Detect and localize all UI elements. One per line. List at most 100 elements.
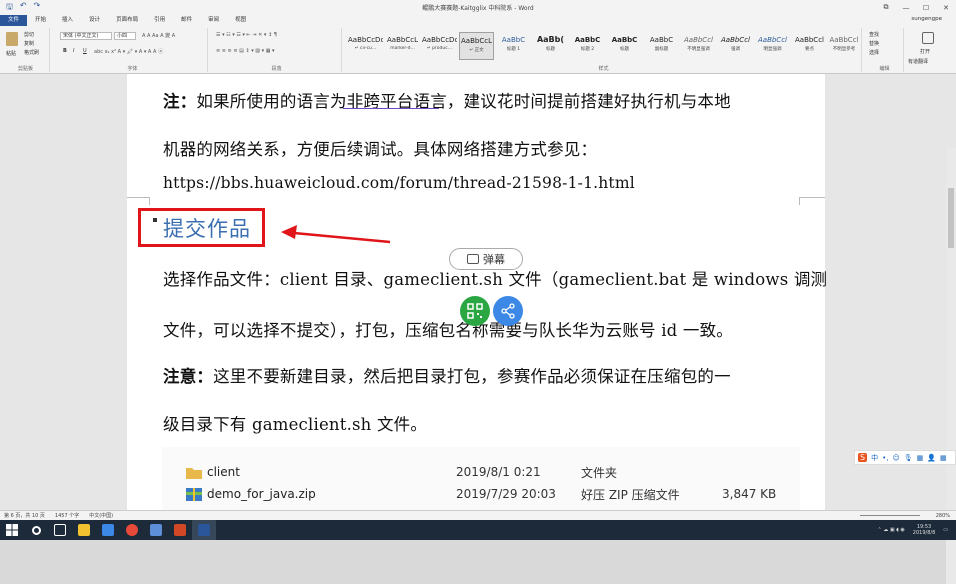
page-count[interactable]: 第 6 页，共 10 页 — [4, 512, 45, 519]
start-button[interactable] — [0, 520, 24, 540]
scrollbar-thumb[interactable] — [948, 188, 954, 248]
font-size-select[interactable]: 小四 — [114, 32, 136, 40]
select-button[interactable]: 选择 — [869, 49, 879, 56]
format-painter-button[interactable]: 格式刷 — [24, 49, 39, 56]
file-date: 2019/7/29 20:03 — [456, 487, 556, 501]
underline-button[interactable]: U — [83, 48, 87, 54]
font-name-select[interactable]: 宋体 (中文正文) — [60, 32, 112, 40]
word-count[interactable]: 1457 个字 — [55, 512, 79, 519]
replace-button[interactable]: 替换 — [869, 40, 879, 47]
search-taskbar-button[interactable] — [24, 520, 48, 540]
status-bar: 第 6 页，共 10 页 1457 个字 中文(中国) 280% — [0, 510, 956, 520]
tab-view[interactable]: 视图 — [227, 15, 254, 26]
tab-home[interactable]: 开始 — [27, 15, 54, 26]
paragraph-root[interactable]: 级目录下有 gameclient.sh 文件。 — [163, 411, 427, 435]
zoom-level[interactable]: 280% — [936, 513, 950, 519]
tab-design[interactable]: 设计 — [81, 15, 108, 26]
align-controls[interactable]: ≡ ≡ ≡ ≡ ▤ ↕ ▾ ▨ ▾ ▦ ▾ — [216, 48, 275, 54]
font-group: 宋体 (中文正文) 小四 A A Aa A 變 A B I U abc x₂ x… — [58, 28, 208, 72]
clipboard-group: 粘贴 剪切 复制 格式刷 剪贴板 — [2, 28, 50, 72]
powerpoint-icon — [174, 524, 186, 536]
editing-group-label: 编辑 — [879, 66, 890, 72]
tab-layout[interactable]: 页面布局 — [108, 15, 146, 26]
open-button[interactable]: 打开 — [920, 48, 930, 55]
style-item-selected[interactable]: AaBbCcL ↵ 正文 — [459, 32, 494, 60]
taskbar-app[interactable] — [96, 520, 120, 540]
style-item[interactable]: AaBbCcl 要点 — [792, 32, 827, 60]
ime-toolbar[interactable]: S 中 •, ☺ 🎙 ▦ 👤 ▦ — [854, 450, 956, 465]
style-item[interactable]: AaBbCcl 强调 — [718, 32, 753, 60]
paragraph-url[interactable]: https://bbs.huaweicloud.com/forum/thread… — [163, 174, 635, 192]
taskbar-app[interactable] — [120, 520, 144, 540]
translate-icon[interactable] — [922, 32, 934, 44]
paste-button[interactable]: 粘贴 — [6, 50, 16, 57]
tab-mailings[interactable]: 邮件 — [173, 15, 200, 26]
font-size-controls[interactable]: A A Aa A 變 A — [142, 32, 175, 39]
tab-references[interactable]: 引用 — [146, 15, 173, 26]
danmu-button[interactable]: 弹幕 — [449, 248, 523, 270]
file-row[interactable]: demo_for_java.zip 2019/7/29 20:03 好压 ZIP… — [186, 485, 786, 503]
style-item[interactable]: AaBbCcDc ↵ cii-cu... — [348, 32, 383, 60]
style-item[interactable]: AaBbCcL marker-d... — [385, 32, 420, 60]
taskbar-app[interactable] — [72, 520, 96, 540]
file-size: 3,847 KB — [722, 487, 777, 501]
close-button[interactable]: ✕ — [936, 0, 956, 15]
paragraph-network[interactable]: 机器的网络关系，方便后续调试。具体网络搭建方式参见： — [163, 136, 597, 160]
tray-icons[interactable]: ⌃ ☁ ▣ ◖ ◉ — [878, 527, 905, 533]
italic-button[interactable]: I — [73, 48, 74, 54]
style-item[interactable]: AaBbCcDc ↵ produc... — [422, 32, 457, 60]
paragraph-note[interactable]: 注：如果所使用的语言为非跨平台语言，建议花时间提前搭建好执行机与本地 — [163, 88, 731, 112]
ime-mode[interactable]: 中 — [871, 453, 878, 463]
file-list: client 2019/8/1 0:21 文件夹 demo_for_java.z… — [162, 447, 800, 510]
copy-button[interactable]: 复制 — [24, 40, 34, 47]
style-item[interactable]: AaBbC 标题 — [607, 32, 642, 60]
paragraph-package[interactable]: 文件，可以选择不提交），打包，压缩包名称需要与队长华为云账号 id 一致。 — [163, 317, 733, 341]
clock-date: 2019/8/8 — [912, 530, 936, 536]
user-icon[interactable]: 👤 — [927, 454, 936, 462]
taskbar-app-active[interactable] — [192, 520, 216, 540]
style-item[interactable]: AaBbCcl 明显强调 — [755, 32, 790, 60]
tab-file[interactable]: 文件 — [0, 15, 28, 26]
bold-button[interactable]: B — [63, 48, 67, 54]
paragraph-attention[interactable]: 注意：这里不要新建目录，然后把目录打包，参赛作品必须保证在压缩包的一 — [163, 363, 731, 387]
language-indicator[interactable]: 中文(中国) — [89, 512, 113, 519]
tab-insert[interactable]: 插入 — [54, 15, 81, 26]
keyboard-icon[interactable]: ▦ — [917, 454, 924, 462]
share-button[interactable] — [493, 296, 523, 326]
translate-group: 打开 有道翻译 — [906, 28, 952, 72]
minimize-button[interactable]: — — [896, 0, 916, 15]
translate-label: 有道翻译 — [908, 59, 929, 65]
danmu-icon — [467, 254, 479, 264]
find-button[interactable]: 查找 — [869, 31, 879, 38]
style-item[interactable]: AaBbCcl 不明显参考 — [829, 32, 859, 60]
font-effects-controls[interactable]: abc x₂ x² A ▾ 🖍 ▾ A ▾ A A ⓐ — [94, 48, 163, 55]
taskbar-app[interactable] — [144, 520, 168, 540]
qr-code-button[interactable] — [460, 296, 490, 326]
qr-code-icon — [467, 303, 483, 319]
style-item[interactable]: AaBbCcl 不明显强调 — [681, 32, 716, 60]
style-item[interactable]: AaBb(标题 — [533, 32, 568, 60]
ime-punctuation-icon[interactable]: •, — [882, 454, 888, 462]
style-item[interactable]: AaBbC 标题 1 — [496, 32, 531, 60]
cut-button[interactable]: 剪切 — [24, 31, 34, 38]
editing-group: 查找 替换 选择 编辑 — [866, 28, 904, 72]
clock[interactable]: 19:53 2019/8/8 — [913, 524, 935, 536]
style-item[interactable]: AaBbC 标题 2 — [570, 32, 605, 60]
notification-icon[interactable]: ▭ — [943, 527, 948, 533]
emoji-icon[interactable]: ☺ — [892, 454, 899, 462]
file-row[interactable]: client 2019/8/1 0:21 文件夹 — [186, 463, 786, 481]
zoom-slider[interactable] — [860, 515, 920, 516]
user-name[interactable]: sungengpe — [911, 16, 942, 22]
paste-icon[interactable] — [6, 32, 18, 46]
maximize-button[interactable]: ☐ — [916, 0, 936, 15]
file-explorer-icon — [78, 524, 90, 536]
apps-icon[interactable]: ▦ — [940, 454, 947, 462]
tab-review[interactable]: 审阅 — [200, 15, 227, 26]
taskbar-app[interactable] — [168, 520, 192, 540]
list-controls[interactable]: ☰ ▾ ☷ ▾ ☲ ▾ ⇤ ⇥ ✕ ▾ ↕ ¶ — [216, 32, 277, 38]
microphone-icon[interactable]: 🎙 — [904, 454, 913, 462]
restore-ribbon-icon[interactable]: ⧉ — [876, 0, 896, 15]
document-page[interactable]: 注：如果所使用的语言为非跨平台语言，建议花时间提前搭建好执行机与本地 机器的网络… — [127, 74, 827, 510]
task-view-button[interactable] — [48, 520, 72, 540]
style-item[interactable]: AaBbC 副标题 — [644, 32, 679, 60]
